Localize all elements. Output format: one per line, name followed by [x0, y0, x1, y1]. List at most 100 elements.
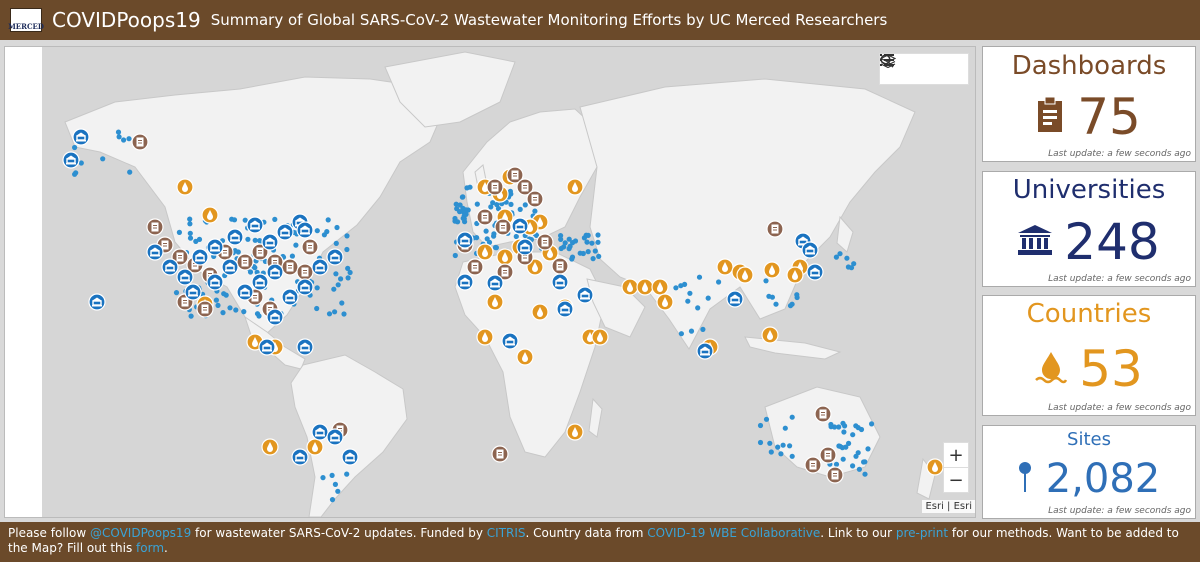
site-dot	[580, 250, 586, 257]
dashboards-count: 75	[1077, 88, 1141, 146]
site-dot	[769, 294, 776, 300]
site-dot	[127, 169, 133, 175]
universities-count: 248	[1064, 213, 1160, 271]
site-dot	[187, 235, 194, 241]
site-dot	[331, 286, 337, 292]
site-dot	[333, 271, 339, 277]
site-dot	[314, 285, 320, 291]
site-dot	[344, 471, 350, 477]
site-dot	[856, 466, 863, 472]
university-marker	[311, 423, 329, 441]
university-marker	[276, 223, 294, 241]
site-dot	[457, 202, 463, 208]
dashboard-marker	[146, 218, 164, 236]
country-marker	[486, 293, 504, 311]
site-dot	[332, 309, 338, 315]
site-dot	[126, 136, 132, 142]
dashboard-marker	[494, 218, 512, 236]
university-marker	[456, 273, 474, 291]
university-marker	[456, 231, 474, 249]
country-marker	[763, 261, 781, 279]
app-title: COVIDPoops19	[52, 8, 201, 32]
site-dot	[344, 233, 350, 239]
site-dot	[869, 421, 875, 427]
site-dot	[483, 228, 489, 234]
country-marker	[496, 248, 514, 266]
site-dot	[673, 285, 679, 291]
map-attribution[interactable]: Esri | Esri	[922, 500, 975, 513]
university-marker	[251, 273, 269, 291]
site-dot	[590, 256, 596, 262]
site-dot	[215, 302, 221, 308]
uc-merced-logo[interactable]: MERCED	[8, 8, 44, 32]
zoom-out-button[interactable]: −	[944, 467, 968, 492]
preprint-link[interactable]: pre-print	[896, 526, 948, 540]
site-dot	[592, 248, 598, 254]
site-dot	[757, 422, 764, 429]
country-marker	[516, 348, 534, 366]
site-dot	[231, 217, 238, 223]
university-marker	[696, 342, 714, 360]
form-link[interactable]: form	[136, 541, 164, 555]
site-dot	[339, 300, 345, 306]
legend-icon[interactable]	[880, 54, 934, 79]
university-marker	[726, 290, 744, 308]
site-dot	[188, 313, 194, 319]
site-dot	[452, 252, 458, 259]
countries-title: Countries	[1026, 299, 1152, 329]
site-dot	[332, 481, 338, 487]
dashboard-marker	[281, 258, 299, 276]
wbe-collaborative-link[interactable]: COVID-19 WBE Collaborative	[647, 526, 820, 540]
university-marker	[88, 293, 106, 311]
university-marker	[296, 338, 314, 356]
zoom-control: + −	[943, 442, 969, 493]
country-marker	[736, 266, 754, 284]
site-dot	[685, 298, 691, 304]
country-marker	[621, 278, 639, 296]
site-dot	[173, 290, 180, 296]
world-map[interactable]: + − Esri | Esri	[4, 46, 976, 518]
dashboards-card: Dashboards 75 Last update: a few seconds…	[982, 46, 1196, 162]
app-subtitle: Summary of Global SARS-CoV-2 Wastewater …	[210, 11, 888, 29]
site-dot	[789, 301, 795, 307]
site-dot	[585, 232, 591, 238]
site-dot	[329, 472, 335, 478]
site-dot	[187, 221, 193, 227]
site-dot	[558, 233, 564, 239]
university-marker	[551, 273, 569, 291]
site-dot	[840, 420, 846, 426]
site-dot	[584, 239, 590, 245]
site-dot	[570, 240, 576, 246]
country-marker	[636, 278, 654, 296]
site-dot	[100, 156, 106, 162]
site-dot	[696, 274, 703, 280]
twitter-link[interactable]: @COVIDPoops19	[90, 526, 191, 540]
university-marker	[226, 228, 244, 246]
site-dot	[848, 265, 855, 271]
country-marker	[591, 328, 609, 346]
site-dot	[252, 237, 258, 243]
map-canvas[interactable]	[5, 47, 975, 517]
university-marker	[516, 238, 534, 256]
site-dot	[794, 292, 800, 298]
dashboards-last-update: Last update: a few seconds ago	[1048, 149, 1191, 159]
site-dot	[507, 188, 513, 194]
site-dot	[850, 463, 856, 469]
site-dot	[325, 217, 331, 223]
dashboard-marker	[131, 133, 149, 151]
dashboard-marker	[466, 258, 484, 276]
university-marker	[72, 128, 90, 146]
country-marker	[201, 206, 219, 224]
site-dot	[245, 236, 251, 242]
citris-link[interactable]: CITRIS	[487, 526, 526, 540]
zoom-in-button[interactable]: +	[944, 443, 968, 467]
layers-icon[interactable]	[880, 54, 963, 79]
site-dot	[334, 224, 340, 231]
site-dot	[841, 429, 847, 435]
university-marker	[341, 448, 359, 466]
site-dot	[768, 449, 774, 455]
site-dot	[187, 230, 193, 236]
country-marker	[651, 278, 669, 296]
site-dot	[115, 129, 122, 135]
university-marker	[266, 308, 284, 326]
